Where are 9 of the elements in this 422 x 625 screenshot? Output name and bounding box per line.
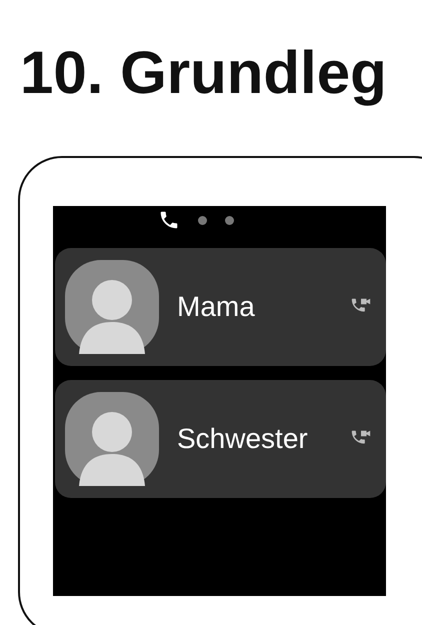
contact-name: Mama (177, 291, 256, 323)
contact-card[interactable]: Mama (55, 248, 386, 366)
contact-name: Schwester (177, 423, 309, 455)
avatar-icon (65, 392, 159, 486)
page-dot[interactable] (224, 216, 234, 224)
contact-card[interactable]: Schwester (55, 380, 386, 498)
page-dot[interactable] (198, 216, 206, 224)
avatar-icon (65, 260, 159, 354)
page-heading: 10. Grundleg (20, 38, 387, 108)
